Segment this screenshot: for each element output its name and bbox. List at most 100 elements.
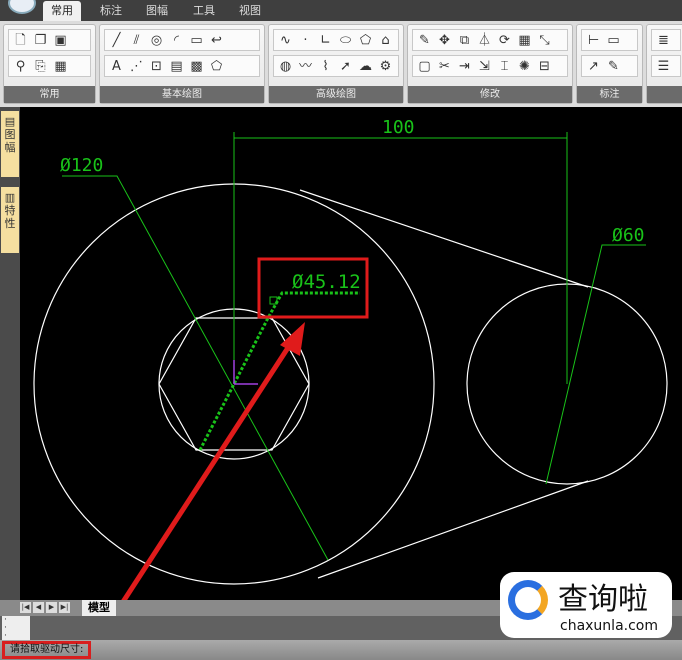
toolbar-row: A ⋰ ⊡ ▤ ▩ ⬠ — [104, 55, 260, 77]
command-prompt: 请拾取驱动尺寸: — [2, 641, 92, 659]
toolbar-row: ☰ — [651, 55, 681, 77]
zoom-icon[interactable]: ⚲ — [12, 58, 29, 75]
arrow-icon[interactable]: ➚ — [337, 58, 354, 75]
first-tab-button[interactable]: |◀ — [20, 602, 31, 613]
toolbar-row: ✎ ✥ ⧉ ⏃ ⟳ ▦ ⤡ — [412, 29, 568, 51]
properties-icon: ▥ — [4, 191, 16, 204]
command-grip[interactable]: · · · — [2, 616, 30, 641]
status-bar: 请拾取驱动尺寸: — [0, 640, 682, 660]
panel-basic-draw: ╱ ⫽ ◎ ◜ ▭ ↩ A ⋰ ⊡ ▤ ▩ ⬠ 基本绘图 — [99, 24, 265, 104]
mirror-icon[interactable]: ⏃ — [476, 32, 493, 49]
toolbar-row: ≣ — [651, 29, 681, 51]
toolbar-row: ∿ · ∟ ⬭ ⬠ ⌂ — [273, 29, 399, 51]
tab-model[interactable]: 模型 — [82, 600, 116, 616]
trim-icon[interactable]: ✂ — [436, 58, 453, 75]
sidebar-tab-frame[interactable]: ▤ 图幅 — [1, 111, 19, 177]
edit-dim-icon[interactable]: ✎ — [605, 58, 622, 75]
hatch-icon[interactable]: ▩ — [188, 58, 205, 75]
move-icon[interactable]: ✥ — [436, 32, 453, 49]
dim-text-hole: Ø45.12 — [292, 271, 361, 293]
frame-icon: ▤ — [4, 115, 16, 128]
wave-icon[interactable]: 〰 — [297, 58, 314, 75]
next-tab-button[interactable]: ▶ — [46, 602, 57, 613]
table-icon[interactable]: ▤ — [168, 58, 185, 75]
stretch-icon[interactable]: ⇲ — [476, 58, 493, 75]
leader-icon[interactable]: ↗ — [585, 58, 602, 75]
panel-modify: ✎ ✥ ⧉ ⏃ ⟳ ▦ ⤡ ▢ ✂ ⇥ ⇲ ⌶ ✺ ⊟ 修改 — [407, 24, 573, 104]
panel-advanced-draw: ∿ · ∟ ⬭ ⬠ ⌂ ◍ 〰 ⌇ ➚ ☁ ⚙ 高级绘图 — [268, 24, 404, 104]
tab-frame[interactable]: 图幅 — [138, 1, 176, 21]
break-icon[interactable]: ⌇ — [317, 58, 334, 75]
properties-icon[interactable]: ▦ — [52, 58, 69, 75]
cloud-icon[interactable]: ☁ — [357, 58, 374, 75]
dim-text-120: Ø120 — [60, 155, 103, 176]
panel-label — [647, 86, 682, 103]
tab-common[interactable]: 常用 — [43, 1, 81, 21]
calculator-icon[interactable]: ▣ — [52, 32, 69, 49]
block-icon[interactable]: ⊡ — [148, 58, 165, 75]
layer-icon[interactable]: ≣ — [655, 32, 672, 49]
hole-icon[interactable]: ◍ — [277, 58, 294, 75]
parallel-icon[interactable]: ⫽ — [128, 32, 145, 49]
region-icon[interactable]: ⬠ — [208, 58, 225, 75]
copy-object-icon[interactable]: ⧉ — [456, 32, 473, 49]
drawing-canvas[interactable]: 100 Ø120 Ø60 Ø45.12 — [20, 107, 682, 647]
break-at-icon[interactable]: ⌶ — [496, 58, 513, 75]
centerline-icon[interactable]: ⋰ — [128, 58, 145, 75]
tangent-line-bottom — [317, 480, 589, 579]
sidebar-tab-properties[interactable]: ▥ 特性 — [1, 187, 19, 253]
offset-icon[interactable]: ▢ — [416, 58, 433, 75]
title-bar: 常用 标注 图幅 工具 视图 — [0, 0, 682, 21]
watermark: 查询啦 chaxunla.com — [500, 572, 672, 638]
panel-label: 修改 — [408, 86, 572, 103]
dimension-icon[interactable]: ⊢ — [585, 32, 602, 49]
dim-style-icon[interactable]: ▭ — [605, 32, 622, 49]
app-logo[interactable] — [8, 0, 36, 14]
toolbar-row: ╱ ⫽ ◎ ◜ ▭ ↩ — [104, 29, 260, 51]
line-icon[interactable]: ╱ — [108, 32, 125, 49]
toolbar-row: ↗ ✎ — [581, 55, 638, 77]
tab-annotate[interactable]: 标注 — [92, 1, 130, 21]
toolbar-row: ⊢ ▭ — [581, 29, 638, 51]
extend-icon[interactable]: ⇥ — [456, 58, 473, 75]
paste-icon[interactable]: ⎘ — [32, 58, 49, 75]
panel-label: 常用 — [4, 86, 95, 103]
array-icon[interactable]: ▦ — [516, 32, 533, 49]
rotate-icon[interactable]: ⟳ — [496, 32, 513, 49]
toolbar-row: ⚲ ⎘ ▦ — [8, 55, 91, 77]
arc-icon[interactable]: ◜ — [168, 32, 185, 49]
panel-label: 高级绘图 — [269, 86, 403, 103]
drawing-svg[interactable]: 100 Ø120 Ø60 Ø45.12 — [20, 107, 682, 647]
toolbar-row: 🗋 ❐ ▣ — [8, 29, 91, 51]
spline-icon[interactable]: ∿ — [277, 32, 294, 49]
panel-label: 基本绘图 — [100, 86, 264, 103]
ribbon: 🗋 ❐ ▣ ⚲ ⎘ ▦ 常用 ╱ ⫽ ◎ ◜ ▭ ↩ A ⋰ ⊡ ▤ ▩ ⬠ 基本绘图 ∿ · ∟ ⬭ ⬠ ⌂ ◍ 〰 ⌇ ➚ ☁ ⚙ 高级… — [0, 21, 682, 107]
prev-tab-button[interactable]: ◀ — [33, 602, 44, 613]
gear-icon[interactable]: ⚙ — [377, 58, 394, 75]
polygon-icon[interactable]: ⬠ — [357, 32, 374, 49]
panel-common: 🗋 ❐ ▣ ⚲ ⎘ ▦ 常用 — [3, 24, 96, 104]
annotation-arrow-shaft — [92, 338, 296, 647]
rectangle-icon[interactable]: ▭ — [188, 32, 205, 49]
copy-icon[interactable]: ❐ — [32, 32, 49, 49]
circle-icon[interactable]: ◎ — [148, 32, 165, 49]
tab-view[interactable]: 视图 — [231, 1, 269, 21]
panel-dimension: ⊢ ▭ ↗ ✎ 标注 — [576, 24, 643, 104]
panel-layer: ≣ ☰ — [646, 24, 682, 104]
polyline-icon[interactable]: ↩ — [208, 32, 225, 49]
angle-icon[interactable]: ∟ — [317, 32, 334, 49]
lineweight-icon[interactable]: ☰ — [655, 58, 672, 75]
align-icon[interactable]: ⊟ — [536, 58, 553, 75]
scale-icon[interactable]: ⤡ — [536, 32, 553, 49]
tab-tools[interactable]: 工具 — [185, 1, 223, 21]
last-tab-button[interactable]: ▶| — [59, 602, 70, 613]
text-icon[interactable]: A — [108, 58, 125, 75]
explode-icon[interactable]: ✺ — [516, 58, 533, 75]
dot-icon[interactable]: · — [297, 32, 314, 49]
ellipse-icon[interactable]: ⬭ — [337, 32, 354, 49]
erase-icon[interactable]: ✎ — [416, 32, 433, 49]
left-sidebar: ▤ 图幅 ▥ 特性 — [0, 107, 20, 600]
image-icon[interactable]: ⌂ — [377, 32, 394, 49]
watermark-logo-icon — [508, 580, 548, 620]
new-file-icon[interactable]: 🗋 — [12, 32, 29, 49]
